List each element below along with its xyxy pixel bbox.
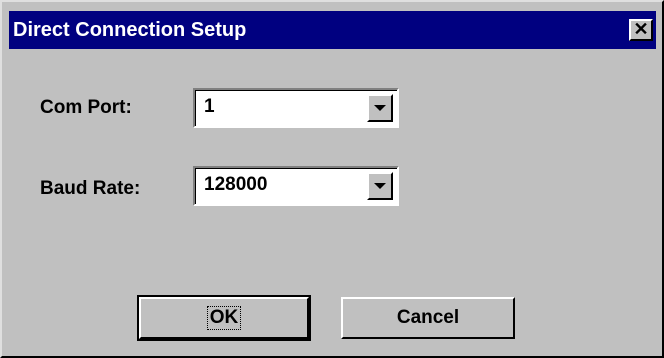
com-port-dropdown-button[interactable] bbox=[367, 94, 393, 122]
baud-rate-dropdown-button[interactable] bbox=[367, 172, 393, 200]
ok-button-label: OK bbox=[206, 306, 242, 330]
com-port-value: 1 bbox=[204, 96, 215, 117]
chevron-down-icon bbox=[374, 105, 386, 111]
baud-rate-value: 128000 bbox=[204, 174, 268, 195]
window-title: Direct Connection Setup bbox=[13, 19, 247, 41]
close-icon: ✕ bbox=[633, 19, 649, 39]
ok-button[interactable]: OK bbox=[137, 295, 311, 341]
title-bar[interactable]: Direct Connection Setup ✕ bbox=[9, 11, 656, 49]
chevron-down-icon bbox=[374, 183, 386, 189]
baud-rate-label: Baud Rate: bbox=[40, 178, 141, 199]
close-button[interactable]: ✕ bbox=[629, 19, 653, 41]
direct-connection-dialog: Direct Connection Setup ✕ Com Port: 1 Ba… bbox=[0, 0, 664, 358]
com-port-select[interactable]: 1 bbox=[193, 88, 399, 128]
cancel-button[interactable]: Cancel bbox=[341, 297, 515, 339]
cancel-button-label: Cancel bbox=[396, 307, 460, 328]
com-port-label: Com Port: bbox=[40, 97, 132, 118]
baud-rate-select[interactable]: 128000 bbox=[193, 166, 399, 206]
